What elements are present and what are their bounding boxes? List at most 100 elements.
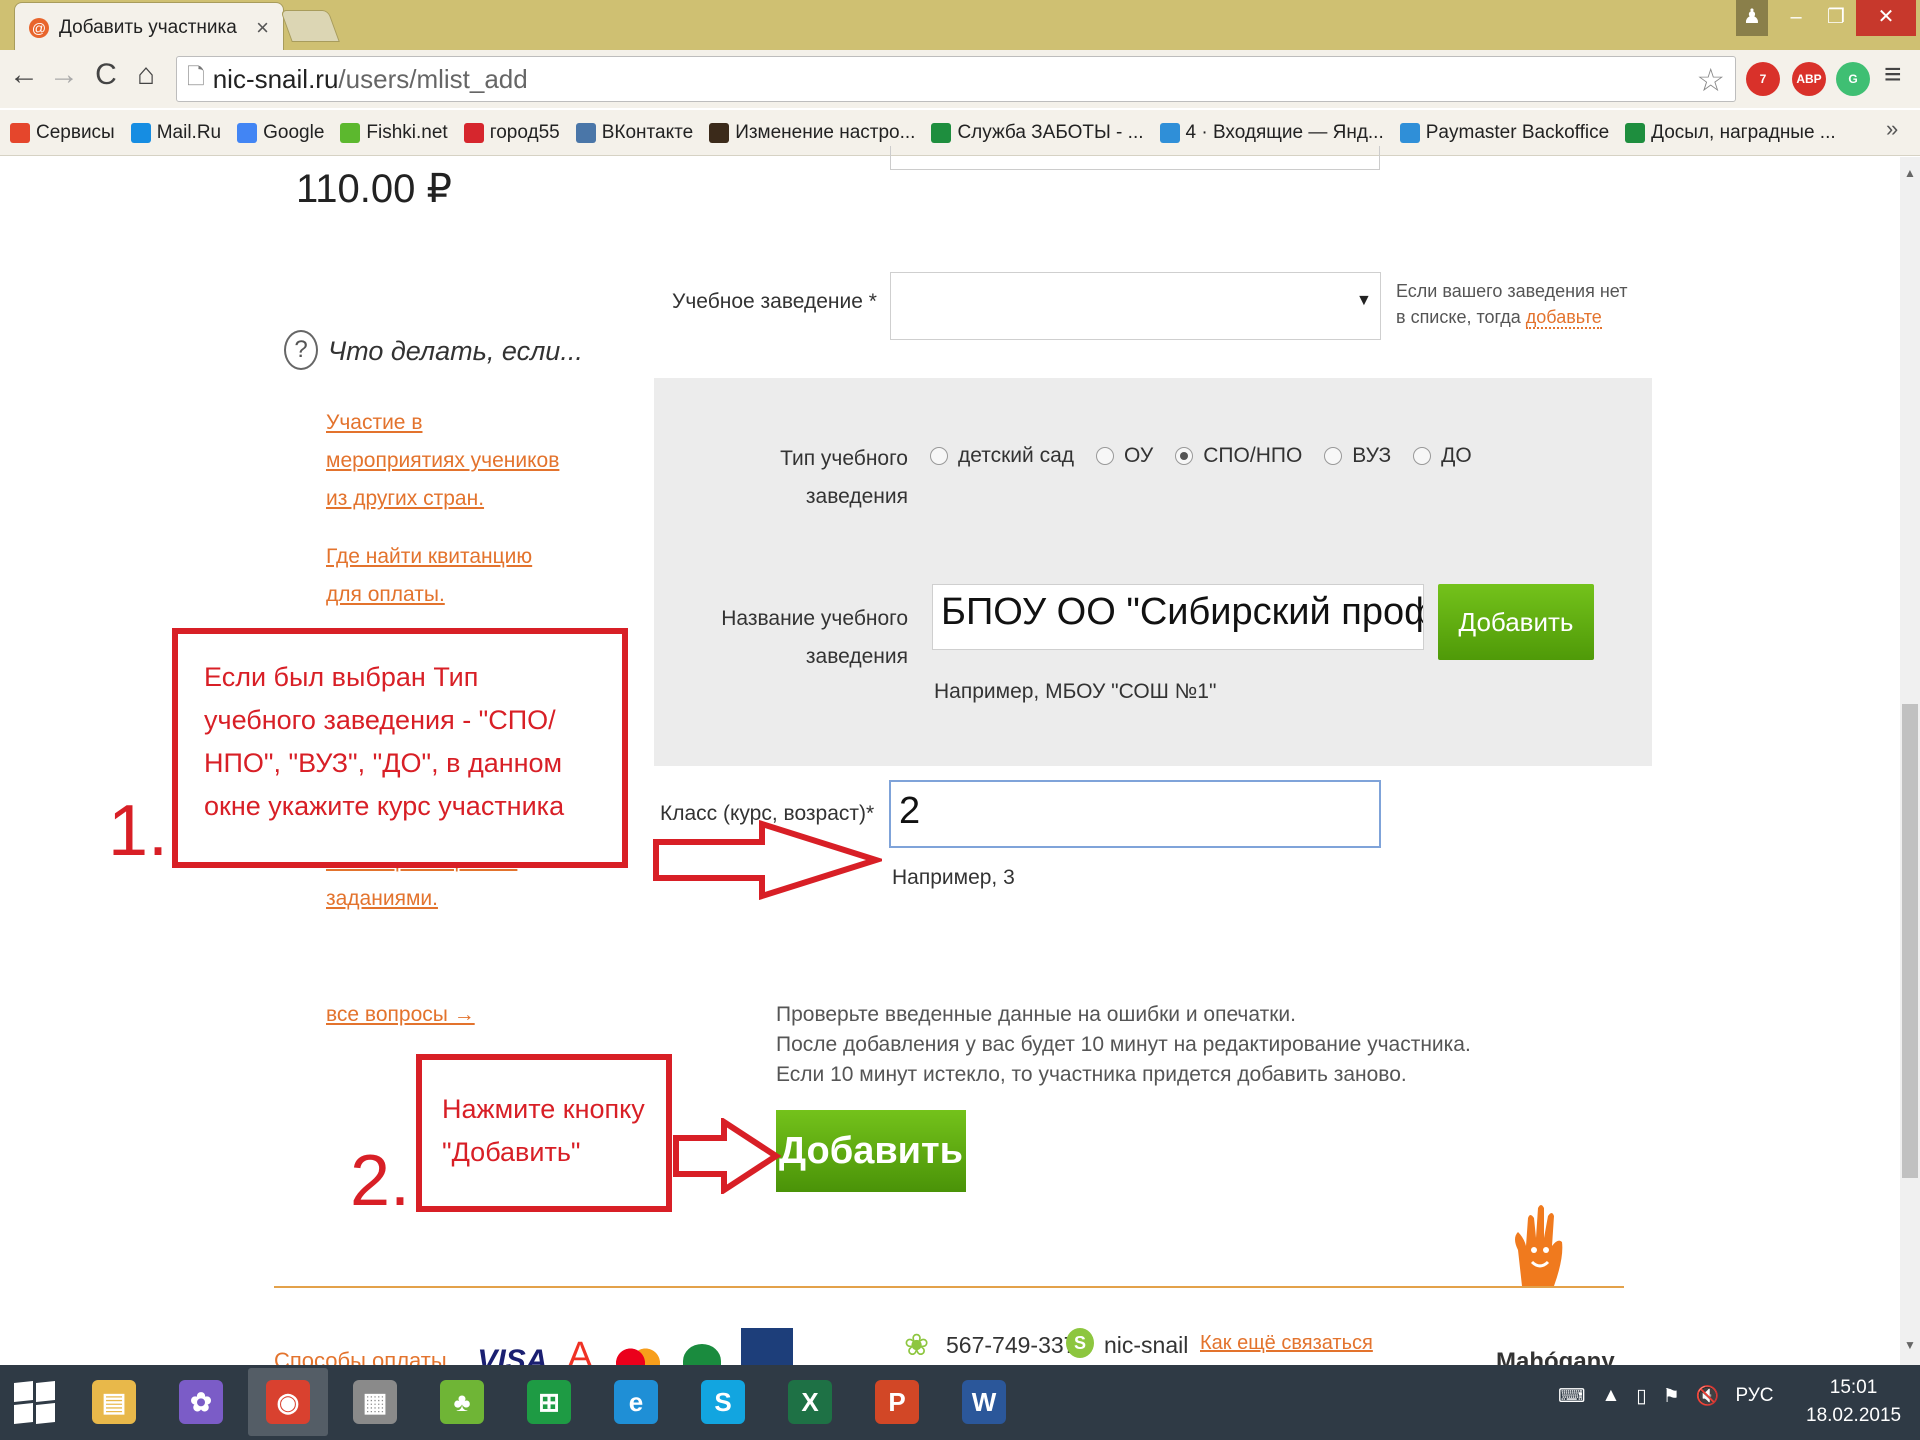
tab-close-icon[interactable]: × — [256, 15, 269, 41]
bookmark-label: Fishki.net — [366, 121, 448, 143]
clock-date: 18.02.2015 — [1806, 1405, 1902, 1426]
bookmark-label: Служба ЗАБОТЫ - ... — [957, 121, 1144, 143]
powerpoint-icon: P — [875, 1380, 919, 1424]
institution-label: Учебное заведение * — [672, 290, 877, 313]
forward-arrow-icon[interactable]: → — [46, 58, 82, 92]
page-icon: 🗋 — [187, 64, 205, 89]
taskbar-app[interactable]: e — [596, 1368, 676, 1436]
clock[interactable]: 15:01 18.02.2015 — [1806, 1374, 1901, 1430]
tray-expand-icon[interactable]: ▲ — [1601, 1385, 1620, 1407]
vk-icon — [575, 122, 596, 143]
faq-link[interactable]: Где найти квитанцию для оплаты. — [326, 538, 566, 614]
windows-start-icon[interactable] — [14, 1381, 56, 1424]
snail-icon: @ — [29, 17, 49, 38]
radio-dot-icon[interactable] — [930, 447, 948, 465]
institution-select[interactable] — [890, 272, 1381, 340]
bookmark-star-icon[interactable]: ☆ — [1696, 61, 1725, 99]
url-path: /users/mlist_add — [338, 63, 528, 94]
institution-type-radio[interactable]: СПО/НПО — [1175, 444, 1302, 468]
user-icon[interactable]: ♟ — [1736, 0, 1768, 36]
browser-tab-active[interactable]: @ Добавить участника × — [14, 2, 284, 52]
icq-flower-icon: ❀ — [904, 1329, 930, 1362]
bookmark-item[interactable]: Досыл, наградные ... — [1625, 122, 1836, 144]
annotation-arrow-2 — [673, 1118, 782, 1194]
extension-opera-icon[interactable]: 7 — [1746, 62, 1780, 96]
taskbar-app[interactable]: X — [770, 1368, 850, 1436]
evernote-icon: ♣ — [440, 1380, 484, 1424]
bookmark-item[interactable]: Изменение настро... — [709, 122, 915, 144]
bookmark-item[interactable]: Google — [237, 122, 324, 144]
close-window-button[interactable]: ✕ — [1856, 0, 1916, 36]
volume-muted-icon[interactable]: 🔇 — [1696, 1384, 1720, 1408]
battery-icon[interactable]: ▯ — [1636, 1385, 1646, 1408]
add-institution-link[interactable]: добавьте — [1525, 307, 1602, 329]
question-icon: ? — [284, 330, 318, 370]
scroll-down-icon[interactable]: ▼ — [1900, 1338, 1920, 1352]
bookmark-item[interactable]: Mail.Ru — [130, 122, 221, 144]
url-host: nic-snail.ru — [212, 63, 339, 94]
institution-type-radio[interactable]: ОУ — [1096, 444, 1153, 468]
flag-icon[interactable]: ⚑ — [1663, 1385, 1680, 1408]
bookmark-item[interactable]: Служба ЗАБОТЫ - ... — [931, 121, 1144, 144]
institution-type-radio[interactable]: ДО — [1413, 444, 1472, 468]
taskbar-app[interactable]: W — [944, 1368, 1024, 1436]
radio-dot-icon[interactable] — [1324, 447, 1343, 465]
bookmark-item[interactable]: 4 · Входящие — Янд... — [1159, 122, 1384, 144]
address-bar[interactable]: 🗋 nic-snail.ru/users/mlist_add ☆ — [176, 56, 1736, 102]
keyboard-icon[interactable]: ⌨ — [1558, 1385, 1585, 1408]
notice-line: Если 10 минут истекло, то участника прид… — [776, 1063, 1407, 1086]
radio-dot-icon[interactable] — [1413, 447, 1432, 465]
institution-type-radio[interactable]: ВУЗ — [1324, 444, 1391, 468]
bookmark-label: Сервисы — [36, 121, 115, 143]
bookmark-label: ВКонтакте — [601, 121, 694, 143]
adblock-icon[interactable]: ABP — [1792, 62, 1826, 96]
institution-panel — [654, 378, 1652, 766]
reload-icon[interactable]: C — [88, 58, 124, 92]
bookmark-item[interactable]: Paymaster Backoffice — [1399, 122, 1609, 144]
class-input[interactable]: 2 — [889, 780, 1381, 848]
faq-link[interactable]: Участие в мероприятиях учеников из други… — [326, 404, 566, 518]
taskbar-app[interactable]: ♣ — [422, 1368, 502, 1436]
scroll-up-icon[interactable]: ▲ — [1900, 166, 1920, 180]
calculator-icon: ▦ — [353, 1380, 397, 1424]
taskbar-app[interactable]: ▤ — [74, 1368, 154, 1436]
taskbar-app[interactable]: P — [857, 1368, 937, 1436]
institution-type-radio[interactable]: детский сад — [930, 444, 1074, 468]
add-institution-button[interactable]: Добавить — [1438, 584, 1594, 660]
institution-type-radios: детский сад ОУ СПО/НПО ВУЗ ДО — [930, 444, 1494, 468]
taskbar-app[interactable]: ▦ — [335, 1368, 415, 1436]
help-title: Что делать, если... — [328, 336, 583, 366]
radio-dot-icon[interactable] — [1175, 447, 1194, 465]
previous-field[interactable] — [890, 146, 1380, 170]
bookmark-item[interactable]: город55 — [463, 122, 560, 144]
menu-icon[interactable]: ≡ — [1884, 58, 1902, 92]
taskbar-app[interactable]: ◉ — [248, 1368, 328, 1436]
taskbar-app[interactable]: ✿ — [161, 1368, 241, 1436]
maximize-button[interactable]: ❐ — [1816, 0, 1856, 36]
institution-name-input[interactable]: БПОУ ОО "Сибирский профес — [932, 584, 1424, 650]
submit-add-button[interactable]: Добавить — [776, 1110, 966, 1192]
word-icon: W — [962, 1380, 1006, 1424]
excel-icon: X — [788, 1380, 832, 1424]
home-icon[interactable]: ⌂ — [128, 58, 164, 92]
bookmark-item[interactable]: Fishki.net — [340, 121, 448, 144]
radio-label: ВУЗ — [1352, 444, 1392, 467]
sheet-icon — [931, 122, 952, 143]
chevron-down-icon[interactable]: ▼ — [1356, 292, 1372, 310]
contact-link[interactable]: Как ещё связаться — [1200, 1332, 1373, 1355]
radio-dot-icon[interactable] — [1096, 447, 1115, 465]
hint-line-1: Если вашего заведения нет — [1396, 281, 1628, 301]
back-arrow-icon[interactable]: ← — [6, 58, 42, 92]
taskbar-app[interactable]: S — [683, 1368, 763, 1436]
scrollbar-thumb[interactable] — [1902, 704, 1918, 1178]
notice-line: После добавления у вас будет 10 минут на… — [776, 1033, 1471, 1056]
taskbar-app[interactable]: ⊞ — [509, 1368, 589, 1436]
bookmark-item[interactable]: ВКонтакте — [575, 121, 694, 144]
minimize-button[interactable]: – — [1776, 0, 1816, 36]
language-indicator[interactable]: РУС — [1735, 1385, 1773, 1407]
bookmarks-more-icon[interactable]: » — [1886, 116, 1898, 142]
extension-green-icon[interactable]: G — [1836, 62, 1870, 96]
all-questions-link[interactable]: все вопросы → — [326, 996, 475, 1034]
bookmark-item[interactable]: Сервисы — [10, 122, 115, 144]
apps-icon — [10, 122, 30, 143]
